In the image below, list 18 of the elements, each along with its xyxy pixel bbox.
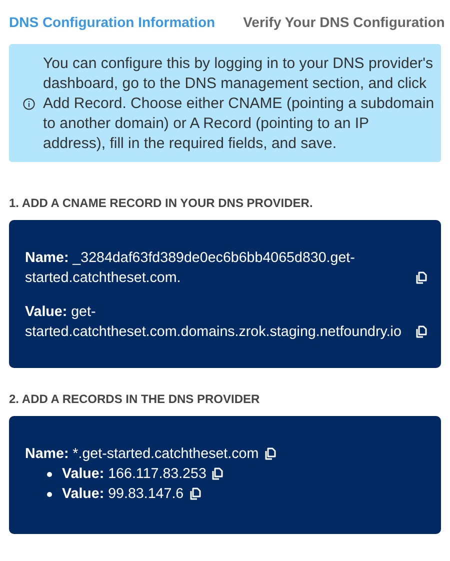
record-text: Name: _3284daf63fd389de0ec6b6bb4065d830.get-started.catchtheset.com.: [25, 249, 356, 288]
copy-icon[interactable]: [264, 447, 276, 460]
tab[interactable]: Verify Your DNS Configuration: [243, 10, 445, 34]
bullet-icon: [47, 492, 52, 496]
bullet-icon: [47, 472, 52, 476]
copy-icon[interactable]: [212, 467, 224, 480]
record-text: Value: 166.117.83.253: [62, 465, 206, 484]
record-text: Value: 99.83.147.6: [62, 485, 184, 504]
section-heading: 1. ADD A CNAME RECORD IN YOUR DNS PROVIDER.: [9, 196, 314, 210]
copy-icon[interactable]: [416, 325, 427, 338]
copy-icon[interactable]: [416, 271, 427, 284]
info-icon: [23, 98, 35, 110]
record-text: Value: get-started.catchtheset.com.domains.zrok.staging.netfoundry.io: [25, 303, 402, 342]
section-heading: 2. ADD A RECORDS IN THE DNS PROVIDER: [9, 392, 261, 406]
copy-icon[interactable]: [190, 487, 201, 500]
tab[interactable]: DNS Configuration Information: [9, 10, 216, 34]
record-text: Name: *.get-started.catchtheset.com: [25, 445, 259, 464]
info-text: You can configure this by logging in to your DNS provider's dashboard, go to the DNS management section, and click Add Record. Choose either CNAME (pointing a subdomain to another domain) or A Record (pointing to an IP address), fill in the required fields, and save.: [43, 54, 435, 154]
